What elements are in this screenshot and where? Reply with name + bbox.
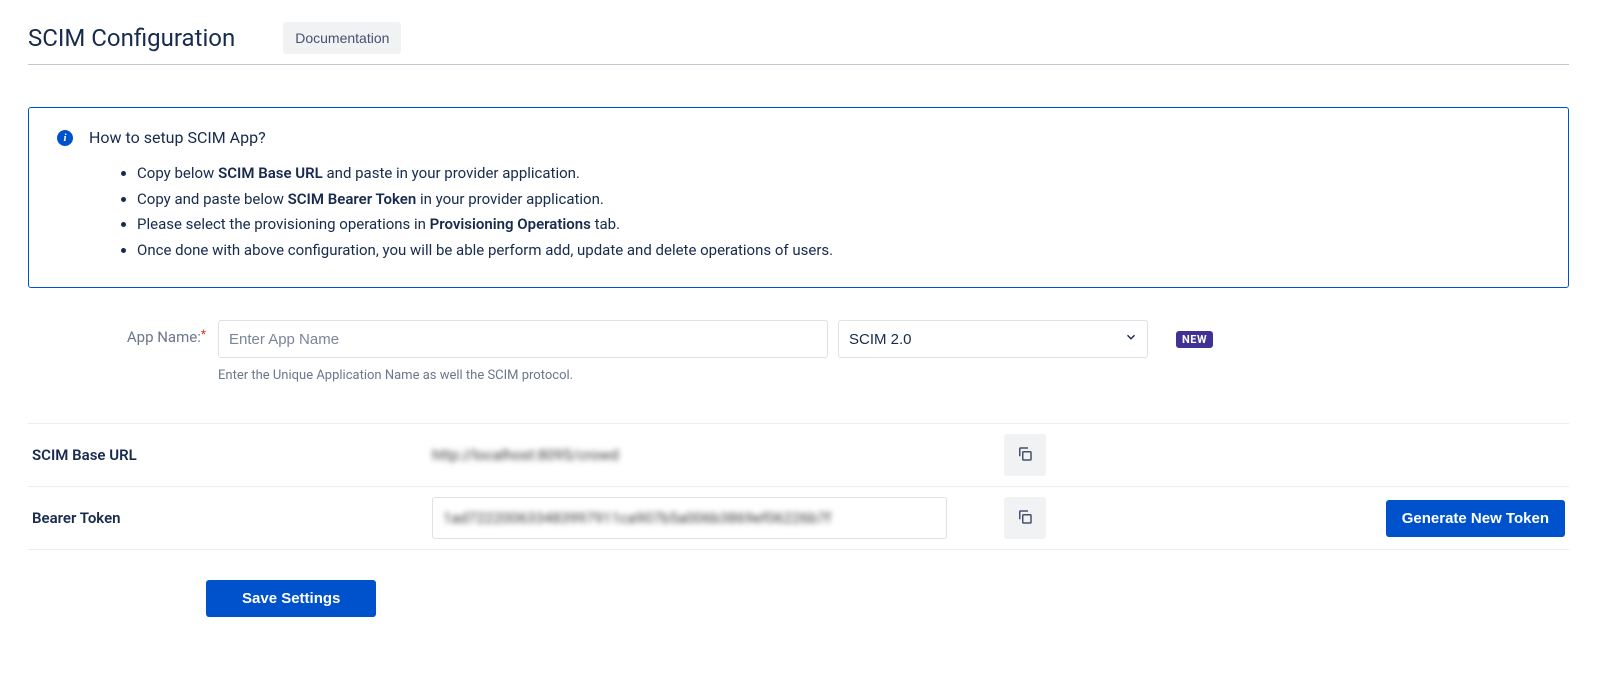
bearer-token-field[interactable]: 1ad722200633483997911ca907b5a006b3869ef0… [432, 497, 947, 539]
app-name-help-text: Enter the Unique Application Name as wel… [218, 368, 1213, 383]
info-step: Once done with above configuration, you … [137, 238, 1540, 264]
scim-base-url-row: SCIM Base URL http://localhost:8095/crow… [28, 424, 1569, 487]
generate-new-token-button[interactable]: Generate New Token [1386, 500, 1565, 537]
scim-protocol-select[interactable]: SCIM 2.0 [838, 320, 1148, 358]
copy-icon [1016, 508, 1034, 529]
copy-bearer-token-button[interactable] [1004, 497, 1046, 539]
app-name-input[interactable] [218, 320, 828, 358]
scim-base-url-value: http://localhost:8095/crowd [432, 446, 619, 464]
scim-base-url-label: SCIM Base URL [32, 446, 422, 464]
info-step: Copy and paste below SCIM Bearer Token i… [137, 187, 1540, 213]
new-badge: NEW [1176, 331, 1213, 348]
info-heading: How to setup SCIM App? [89, 128, 1540, 147]
info-step: Please select the provisioning operation… [137, 212, 1540, 238]
save-settings-button[interactable]: Save Settings [206, 580, 376, 617]
info-step: Copy below SCIM Base URL and paste in yo… [137, 161, 1540, 187]
copy-icon [1016, 445, 1034, 466]
info-icon: i [57, 130, 73, 146]
documentation-button[interactable]: Documentation [283, 22, 401, 54]
copy-base-url-button[interactable] [1004, 434, 1046, 476]
bearer-token-row: Bearer Token 1ad722200633483997911ca907b… [28, 487, 1569, 550]
info-steps-list: Copy below SCIM Base URL and paste in yo… [89, 161, 1540, 263]
bearer-token-label: Bearer Token [32, 509, 422, 527]
info-panel: i How to setup SCIM App? Copy below SCIM… [28, 107, 1569, 288]
app-name-label: App Name:* [28, 320, 206, 346]
page-title: SCIM Configuration [28, 24, 235, 52]
